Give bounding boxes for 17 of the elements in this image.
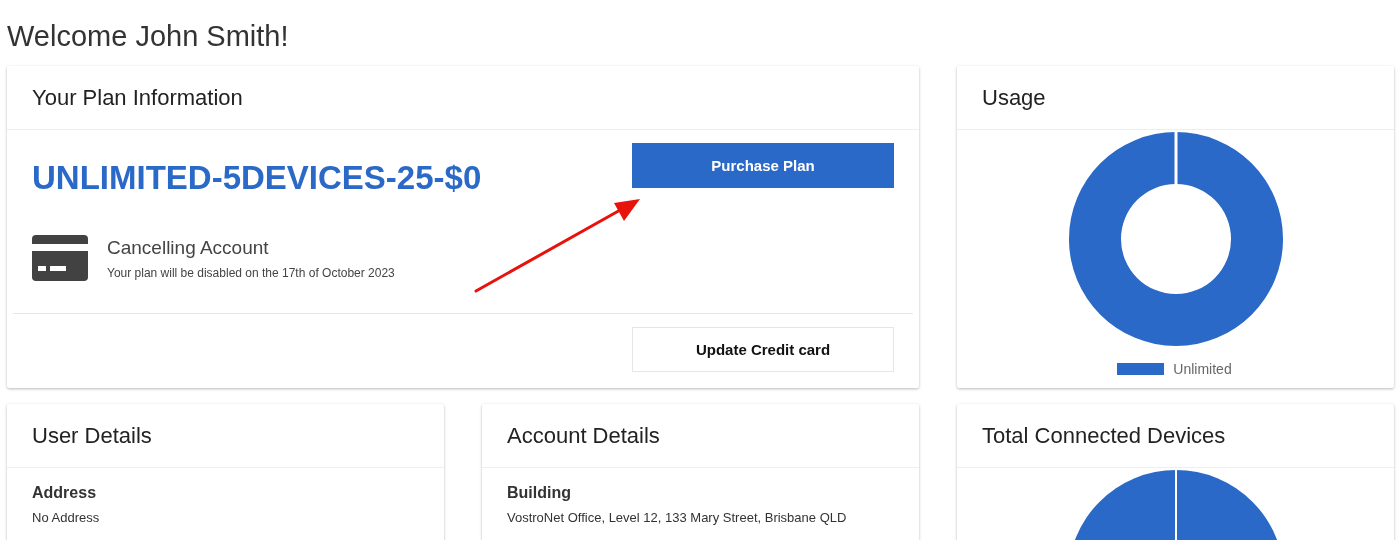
- card-title: Usage: [982, 84, 1046, 111]
- field-label: Address: [32, 484, 98, 502]
- legend-label: Unlimited: [1173, 361, 1232, 377]
- purchase-plan-button[interactable]: Purchase Plan: [632, 143, 894, 188]
- status-note: Your plan will be disabled on the 17th of October 2023: [107, 265, 395, 280]
- card-title: Your Plan Information: [32, 84, 243, 111]
- update-credit-card-button[interactable]: Update Credit card: [632, 327, 894, 372]
- card-title: User Details: [32, 422, 152, 449]
- status-text: Cancelling Account: [107, 236, 270, 259]
- field-label: Building: [507, 484, 572, 502]
- credit-card-icon: [32, 235, 88, 281]
- field-value: No Address: [32, 510, 101, 525]
- field-value: VostroNet Office, Level 12, 133 Mary Street, Brisbane QLD: [507, 510, 848, 525]
- plan-name: UNLIMITED-5DEVICES-25-$0: [32, 159, 482, 197]
- page-title: Welcome John Smith!: [7, 19, 290, 54]
- card-title: Total Connected Devices: [982, 422, 1226, 449]
- card-title: Account Details: [507, 422, 660, 449]
